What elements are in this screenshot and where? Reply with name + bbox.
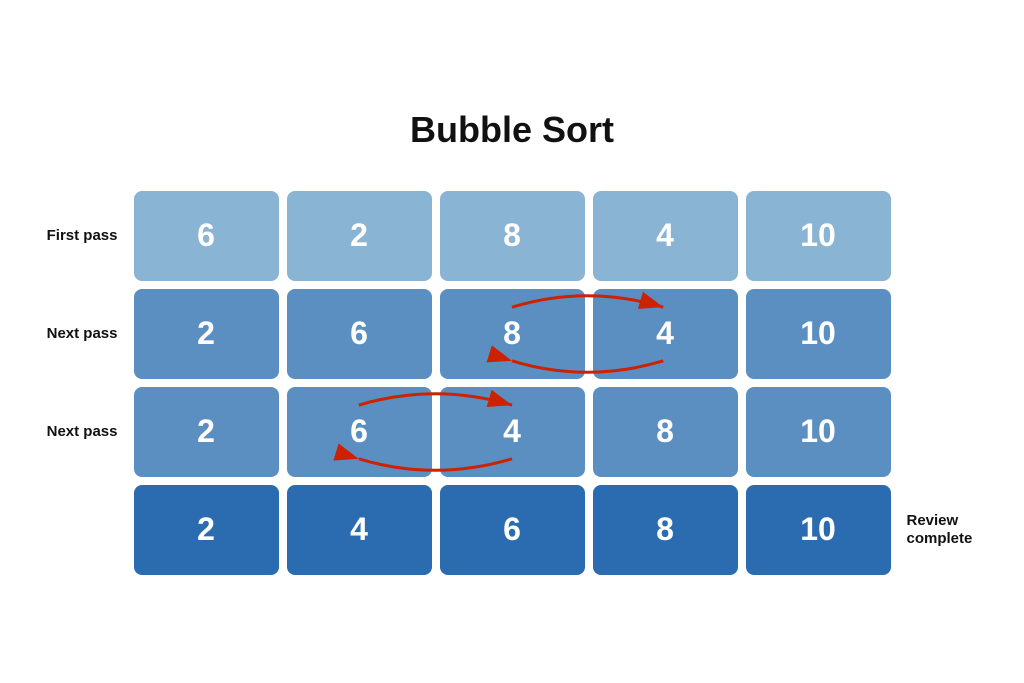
- row-2-label: Next pass: [24, 325, 134, 343]
- row-2-cells: 2 6 8 4 10: [134, 289, 891, 379]
- cell-4-1: 2: [134, 485, 279, 575]
- row-1: First pass 6 2 8 4 10: [24, 191, 1001, 281]
- cell-3-5: 10: [746, 387, 891, 477]
- cell-4-2: 4: [287, 485, 432, 575]
- row-4-right-label: Review complete: [891, 512, 1001, 548]
- cell-4-3: 6: [440, 485, 585, 575]
- cell-3-3: 4: [440, 387, 585, 477]
- cell-3-4: 8: [593, 387, 738, 477]
- row-4: 2 4 6 8 10 Review complete: [24, 485, 1001, 575]
- cell-1-5: 10: [746, 191, 891, 281]
- row-1-cells: 6 2 8 4 10: [134, 191, 891, 281]
- cell-2-4: 4: [593, 289, 738, 379]
- row-3: Next pass 2 6 4 8 10: [24, 387, 1001, 477]
- row-3-label: Next pass: [24, 423, 134, 441]
- main-container: Bubble Sort First pass 6 2 8 4 10 Next p…: [24, 109, 1001, 575]
- cell-2-2: 6: [287, 289, 432, 379]
- sort-grid: First pass 6 2 8 4 10 Next pass 2 6 8 4 …: [24, 191, 1001, 575]
- row-4-cells: 2 4 6 8 10: [134, 485, 891, 575]
- cell-2-5: 10: [746, 289, 891, 379]
- cell-1-4: 4: [593, 191, 738, 281]
- cell-1-1: 6: [134, 191, 279, 281]
- cell-1-2: 2: [287, 191, 432, 281]
- row-2: Next pass 2 6 8 4 10: [24, 289, 1001, 379]
- cell-2-3: 8: [440, 289, 585, 379]
- cell-3-2: 6: [287, 387, 432, 477]
- cell-4-4: 8: [593, 485, 738, 575]
- cell-3-1: 2: [134, 387, 279, 477]
- cell-1-3: 8: [440, 191, 585, 281]
- cell-2-1: 2: [134, 289, 279, 379]
- row-3-cells: 2 6 4 8 10: [134, 387, 891, 477]
- row-1-label: First pass: [24, 227, 134, 245]
- page-title: Bubble Sort: [410, 109, 614, 151]
- cell-4-5: 10: [746, 485, 891, 575]
